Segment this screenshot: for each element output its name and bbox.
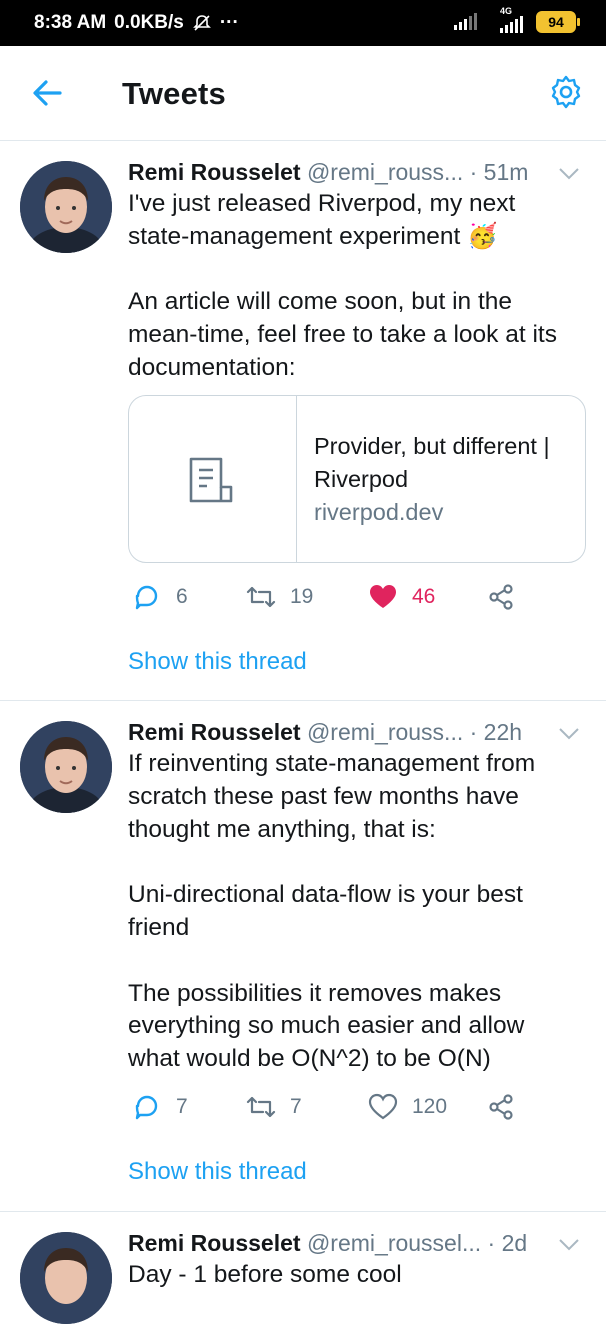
- status-time: 8:38 AM: [34, 12, 107, 33]
- avatar[interactable]: [20, 161, 112, 253]
- status-bar: 8:38 AM 0.0KB/s ··· 4G 94: [0, 0, 606, 46]
- share-icon: [489, 584, 513, 610]
- page-title: Tweets: [122, 76, 226, 111]
- avatar[interactable]: [20, 721, 112, 813]
- author-handle[interactable]: @remi_rouss...: [307, 159, 463, 185]
- like-button[interactable]: 120: [368, 1092, 447, 1122]
- tweet-text: I've just released Riverpod, my next sta…: [128, 190, 557, 381]
- retweet-icon: [246, 1096, 276, 1118]
- share-icon: [489, 1094, 513, 1120]
- like-count: 120: [412, 1095, 448, 1118]
- retweet-count: 7: [290, 1095, 302, 1118]
- card-thumbnail: [129, 396, 297, 562]
- tweet[interactable]: Remi Rousselet @remi_roussel... · 2d Day…: [0, 1212, 606, 1324]
- author-name[interactable]: Remi Rousselet: [128, 719, 301, 745]
- reply-icon: [135, 1095, 158, 1120]
- tweet-header: Remi Rousselet @remi_roussel... · 2d: [128, 1230, 527, 1257]
- tweet[interactable]: Remi Rousselet @remi_rouss... · 51m I've…: [0, 141, 606, 701]
- reply-button[interactable]: 7: [132, 1092, 188, 1122]
- retweet-icon: [246, 586, 276, 608]
- gear-icon[interactable]: [548, 74, 584, 110]
- tweet-time: · 51m: [469, 159, 529, 185]
- author-handle[interactable]: @remi_rouss...: [307, 719, 463, 745]
- tweet-text: Day - 1 before some cool: [128, 1261, 402, 1288]
- heart-filled-icon: [370, 585, 396, 608]
- tweet-actions: 6 19 46: [128, 582, 528, 614]
- chevron-down-icon[interactable]: [558, 727, 580, 741]
- app-bar: Tweets: [0, 46, 606, 141]
- tweet-text: If reinventing state-management from scr…: [128, 750, 536, 1073]
- like-button[interactable]: 46: [368, 582, 435, 612]
- card-text: Provider, but different | Riverpod river…: [314, 430, 574, 529]
- reply-button[interactable]: 6: [132, 582, 188, 612]
- document-icon: [189, 457, 233, 503]
- chevron-down-icon[interactable]: [558, 1238, 580, 1252]
- show-thread-link[interactable]: Show this thread: [128, 648, 307, 676]
- signal-icon: [454, 13, 477, 30]
- show-thread-link[interactable]: Show this thread: [128, 1158, 307, 1186]
- retweet-button[interactable]: 7: [246, 1092, 302, 1122]
- status-speed: 0.0KB/s: [114, 12, 184, 33]
- heart-outline-icon: [368, 1093, 398, 1120]
- author-name[interactable]: Remi Rousselet: [128, 1230, 301, 1256]
- tweet-time: · 22h: [469, 719, 523, 745]
- tweet-header: Remi Rousselet @remi_rouss... · 22h: [128, 719, 522, 746]
- retweet-button[interactable]: 19: [246, 582, 313, 612]
- tweet-header: Remi Rousselet @remi_rouss... · 51m: [128, 159, 528, 186]
- author-name[interactable]: Remi Rousselet: [128, 159, 301, 185]
- card-title: Provider, but different | Riverpod: [314, 433, 550, 492]
- chevron-down-icon[interactable]: [558, 167, 580, 181]
- status-more: ···: [219, 12, 239, 33]
- muted-icon: [192, 15, 211, 31]
- battery-icon: 94: [536, 11, 580, 33]
- reply-count: 7: [176, 1095, 188, 1118]
- reply-count: 6: [176, 585, 188, 608]
- avatar[interactable]: [20, 1232, 112, 1324]
- link-card[interactable]: Provider, but different | Riverpod river…: [128, 395, 586, 563]
- tweet[interactable]: Remi Rousselet @remi_rouss... · 22h If r…: [0, 701, 606, 1212]
- tweet-actions: 7 7 120: [128, 1092, 528, 1124]
- reply-icon: [135, 585, 158, 610]
- like-count: 46: [412, 585, 436, 608]
- arrow-left-icon[interactable]: [30, 78, 64, 108]
- share-button[interactable]: [486, 582, 516, 612]
- tweet-time: · 2d: [487, 1230, 528, 1256]
- signal-4g-icon: 4G: [492, 6, 526, 34]
- card-domain: riverpod.dev: [314, 499, 444, 525]
- author-handle[interactable]: @remi_roussel...: [307, 1230, 481, 1256]
- share-button[interactable]: [486, 1092, 516, 1122]
- retweet-count: 19: [290, 585, 314, 608]
